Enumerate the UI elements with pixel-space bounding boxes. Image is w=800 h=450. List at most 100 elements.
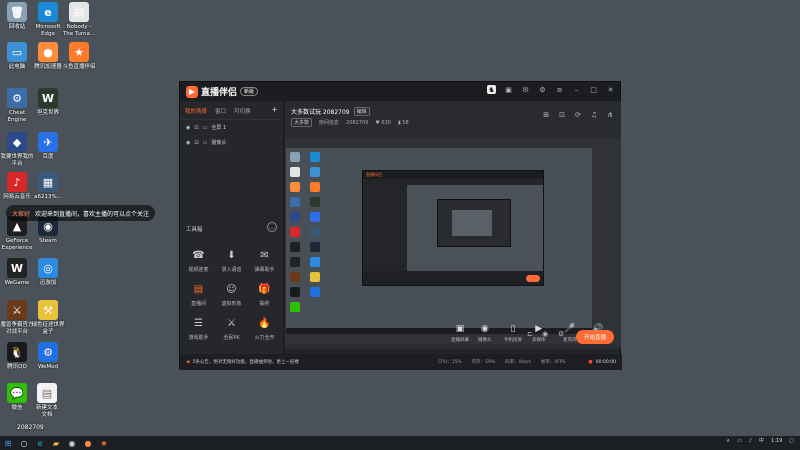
skin-icon[interactable]: ▣ [504,85,513,94]
tool-item[interactable]: ✉ 弹幕助手 [248,247,281,274]
stream-settings-icon[interactable]: ⚙ [558,330,564,338]
desktop-icon[interactable]: ◎ 迅游加 [27,258,69,287]
scene-item[interactable]: ◉ ⊡ ▭ 全屏 1 [180,120,283,135]
app-icon: W [38,88,58,108]
desktop-icon-label: Steam [39,238,57,244]
stream-preview[interactable]: 直播伴侣 [285,138,621,344]
more-tools-icon[interactable]: … [267,222,277,232]
message-icon[interactable]: ✉ [521,85,530,94]
lock-icon[interactable]: ⊡ [194,140,198,146]
tool-item[interactable]: 🔥 火力全开 [248,315,281,342]
desktop-icon[interactable]: ★ 斗鱼直播伴侣 [58,42,100,71]
text-file-icon[interactable]: ▤ 新建文本 文档 [26,383,68,419]
desktop-icon[interactable]: ✈ 百度 [27,132,69,161]
microphone-button[interactable]: 🎤 麦克风 [563,324,577,344]
tool-item[interactable]: ▤ 直播间 [182,281,215,308]
scene-item[interactable]: ◉ ⊡ ▭ 摄像头 [180,135,283,150]
desktop-icon[interactable]: ⚒ 绿色征途世界 盒子 [27,300,69,336]
tool-icon: ▤ [193,283,204,295]
ime-indicator[interactable]: 中 [759,437,764,444]
tab-window[interactable]: 窗口 [215,107,226,115]
announcement-text: 5条公告，绝对无限好功能，直播抽奖啦，更上一层楼 [192,360,299,365]
search-icon[interactable]: ○ [19,438,29,448]
preview-icon [310,197,320,207]
screen-capture-button[interactable]: ▣ 直播屏幕 [451,324,469,344]
edit-title-button[interactable]: 编辑 [353,107,370,116]
tab-switchable[interactable]: 可切换 [234,107,251,115]
edge-icon[interactable]: e [35,438,45,448]
tool-item[interactable]: ☺ 虚拟形象 [215,281,248,308]
desktop-icon[interactable]: ▤ Nobody - The Turna... [58,2,100,38]
announcement[interactable]: ◀ 5条公告，绝对无限好功能，直播抽奖啦，更上一层楼 [186,359,299,366]
close-icon[interactable]: ✕ [606,85,615,94]
refresh-icon[interactable]: ⟳ [575,111,581,119]
preview-icon [290,302,300,312]
accelerator-icon[interactable]: ● [83,438,93,448]
minimize-icon[interactable]: – [572,85,581,94]
tool-item[interactable]: ⬇ 录入语音 [215,247,248,274]
tool-label: 弹幕助手 [254,267,275,273]
settings-icon[interactable]: ⚙ [538,85,547,94]
tool-item[interactable]: ☎ 视频连麦 [182,247,215,274]
danmaku-text: 欢迎来到直播间，喜欢主播的可以点个关注 [35,210,150,218]
nested-preview [407,185,543,271]
nested-title: 直播伴侣 [363,171,543,179]
preview-icon [290,257,300,267]
phone-icon: ▯ [510,324,516,334]
lock-icon[interactable]: ⊡ [194,125,198,131]
eye-icon[interactable]: ◉ [186,140,190,146]
tool-label: 游戏助手 [188,335,209,341]
taskbar: ⊞ ○ e ▰ ◉ ● ★ ∧ ▭ ♪ 中 1:19 ▢ [0,436,800,450]
preview-icon [290,242,300,252]
tool-item[interactable]: ☰ 游戏助手 [182,315,215,342]
maximize-icon[interactable]: □ [589,85,598,94]
app-icon: ● [38,42,58,62]
desktop-icon[interactable]: W 坦克世界 [27,88,69,117]
desktop-icon-label: WeMod [37,364,59,370]
tool-icon: ⚔ [227,317,236,329]
room-number-overlay: 2082709 [17,424,44,431]
folder-icon[interactable]: ▰ [51,438,61,448]
desktop-icon[interactable]: ⚙ WeMod [27,342,69,371]
desktop-icon-label: 微信 [11,405,23,411]
preview-eye-icon[interactable]: ◉ [542,330,548,338]
category-badge[interactable]: 大多数 [291,118,313,127]
desktop-icon-label: a6213%... [34,194,62,200]
tab-my-scenes[interactable]: 我的场景 [185,107,207,115]
add-scene-icon[interactable]: + [271,105,278,114]
tool-item[interactable]: ⚔ 全民PK [215,315,248,342]
tool-label: 抽奖 [259,301,270,307]
live-companion-icon[interactable]: ★ [99,438,109,448]
network-icon[interactable]: ▭ [737,438,742,444]
phone-cast-button[interactable]: ▯ 手机投屏 [504,324,522,344]
tray-chevron-icon[interactable]: ∧ [726,438,730,444]
tool-icon: 🎁 [258,283,271,295]
desktop-icon[interactable]: ▦ a6213%... [27,172,69,201]
share-icon[interactable]: ⋔ [607,111,613,119]
camera-button[interactable]: ◉ 摄像头 [478,324,492,344]
scene-layout-icon[interactable]: ⊞ [543,111,549,119]
stream-title: 大多数试玩 2082709 [291,109,350,116]
bell-icon[interactable]: ♫ [591,111,597,119]
lock-icon[interactable]: ⊡ [559,111,565,119]
avatar[interactable]: ♞ [487,85,496,94]
notification-icon[interactable]: ▢ [789,438,794,444]
live-timer: ● 00:00:00 [588,359,616,365]
version-badge[interactable]: 新版 [240,87,259,96]
clock[interactable]: 1:19 [771,438,782,444]
menu-icon[interactable]: ≡ [555,85,564,94]
steam-icon[interactable]: ◉ [67,438,77,448]
volume-icon[interactable]: ♪ [749,438,752,444]
level-value: ▮ 58 [397,119,409,126]
preview-nested-window: 直播伴侣 [362,170,544,286]
preview-icons [290,152,330,312]
windows-start-icon[interactable]: ⊞ [3,438,13,448]
tool-label: 录入语音 [221,267,242,273]
start-live-button[interactable]: 开始直播 [576,330,614,344]
danmaku-user: 大家好 [12,210,31,218]
app-icon: ♪ [7,172,27,192]
eye-icon[interactable]: ◉ [186,125,190,131]
tool-label: 全民PK [223,335,240,341]
record-icon[interactable]: ⊏ [527,330,533,338]
tool-item[interactable]: 🎁 抽奖 [248,281,281,308]
